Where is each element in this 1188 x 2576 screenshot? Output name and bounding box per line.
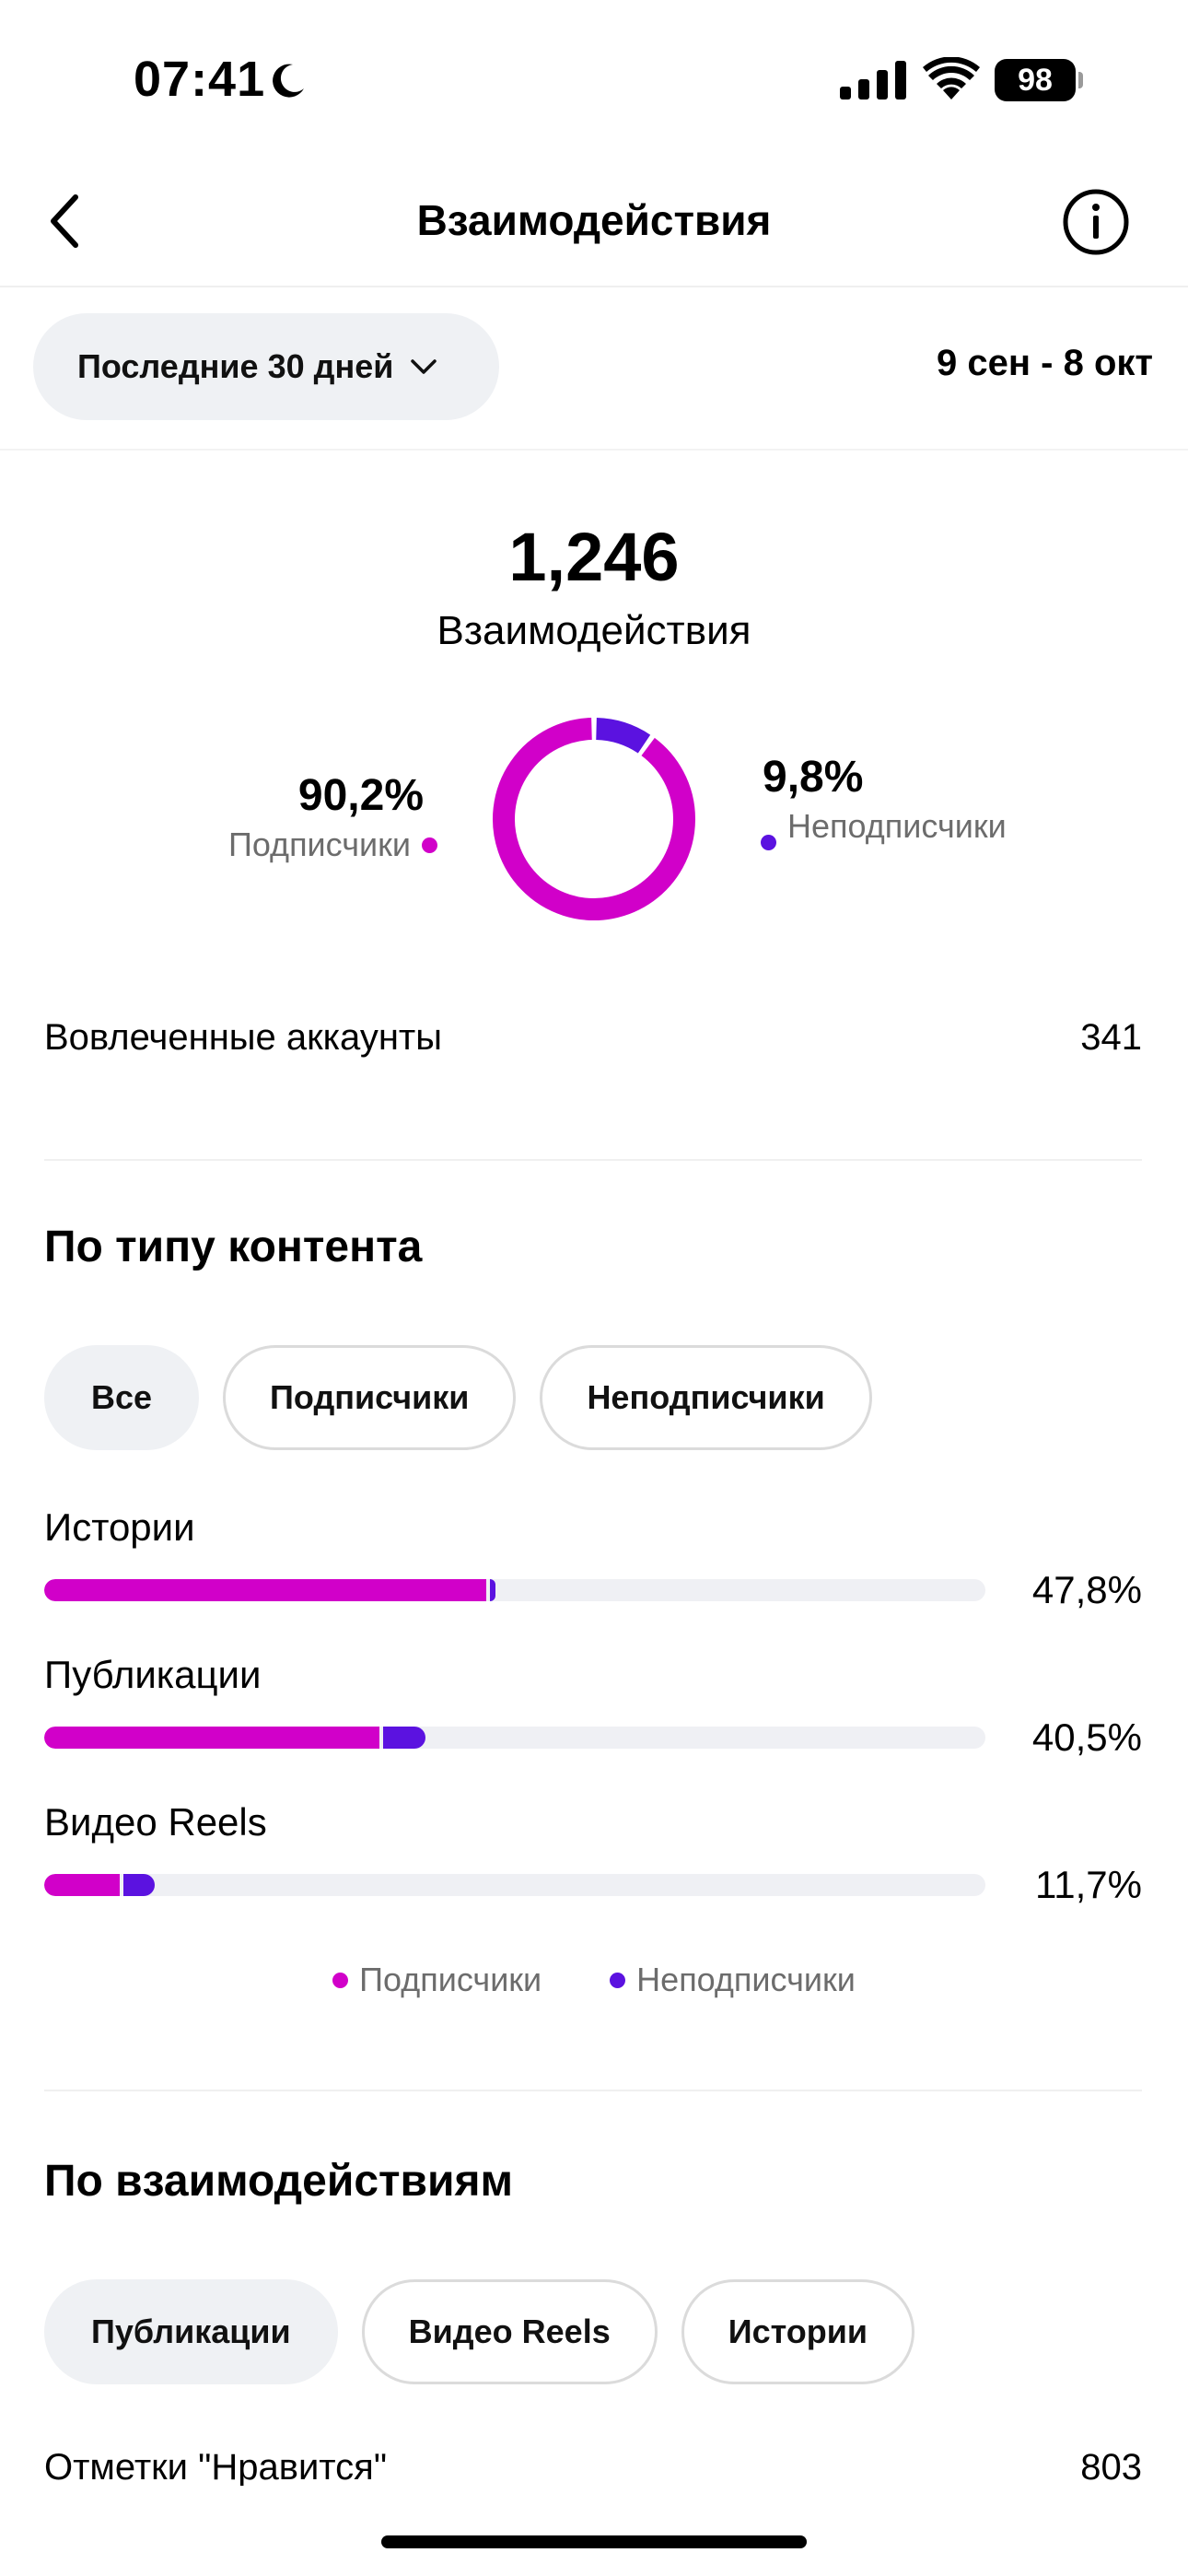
home-indicator[interactable]: [381, 2535, 807, 2548]
wifi-icon: [923, 57, 980, 100]
bar-value: 47,8%: [1031, 1568, 1142, 1611]
legend-label-followers: Подписчики: [359, 1961, 542, 1998]
info-icon[interactable]: [1061, 187, 1131, 257]
followers-label: Подписчики: [228, 825, 437, 864]
header: Взаимодействия: [0, 157, 1188, 287]
likes-label: Отметки "Нравится": [44, 2447, 388, 2486]
bar-fill-nonfollowers: [490, 1579, 496, 1601]
total-interactions: 1,246: [508, 519, 680, 595]
chip-posts[interactable]: Публикации: [44, 2279, 338, 2384]
bar-label: Публикации: [44, 1653, 262, 1696]
donut-segment-followers: [493, 718, 695, 920]
followers-label-text: Подписчики: [227, 825, 411, 863]
chip-nonfollowers[interactable]: Неподписчики: [540, 1345, 872, 1450]
followers-percent: 90,2%: [297, 771, 424, 820]
followers-donut-chart: [493, 718, 695, 920]
bar-fill-nonfollowers: [382, 1727, 425, 1749]
chip-all[interactable]: Все: [44, 1345, 200, 1450]
bar-fill-followers: [44, 1874, 120, 1896]
chip-followers[interactable]: Подписчики: [223, 1345, 517, 1450]
status-time: 07:41: [134, 52, 266, 107]
accounts-engaged-label: Вовлеченные аккаунты: [44, 1017, 442, 1058]
date-range: 9 сен - 8 окт: [937, 343, 1153, 383]
chip-stories[interactable]: Истории: [681, 2279, 915, 2384]
divider: [44, 2090, 1142, 2091]
nonfollowers-dot: [761, 835, 776, 850]
bar-track: [44, 1874, 985, 1896]
legend-label-nonfollowers: Неподписчики: [636, 1961, 856, 1998]
status-bar: 07:41 98: [0, 0, 1188, 157]
legend: Подписчики Неподписчики: [0, 1961, 1188, 1999]
battery-icon: 98: [995, 59, 1076, 101]
filter-row: Последние 30 дней 9 сен - 8 окт: [0, 287, 1188, 451]
page-title: Взаимодействия: [416, 196, 772, 244]
accounts-engaged-value: 341: [1080, 1017, 1142, 1058]
legend-item-followers: Подписчики: [332, 1961, 542, 1999]
bar-value: 11,7%: [1035, 1863, 1142, 1906]
nonfollowers-percent: 9,8%: [763, 753, 864, 802]
content-bar-reels: Видео Reels 11,7%: [44, 1800, 1142, 1938]
bar-fill-followers: [44, 1727, 379, 1749]
content-bar-stories: Истории 47,8%: [44, 1505, 1142, 1644]
battery-cap: [1078, 72, 1083, 88]
bar-fill-followers: [44, 1579, 487, 1601]
total-interactions-label: Взаимодействия: [437, 608, 751, 653]
bar-value: 40,5%: [1031, 1715, 1142, 1759]
by-interaction-title: По взаимодействиям: [44, 2157, 514, 2206]
legend-dot-followers: [332, 1972, 349, 1988]
chevron-down-icon: [411, 359, 437, 374]
moon-icon: [273, 64, 304, 98]
bar-label: Видео Reels: [44, 1800, 267, 1844]
chip-reels[interactable]: Видео Reels: [361, 2279, 658, 2384]
content-type-chips: Все Подписчики Неподписчики: [44, 1345, 872, 1450]
bar-track: [44, 1579, 985, 1601]
by-interaction-chips: Публикации Видео Reels Истории: [44, 2279, 915, 2384]
legend-dot-nonfollowers: [610, 1972, 626, 1988]
nonfollowers-label-text: Неподписчики: [787, 807, 1007, 845]
bar-label: Истории: [44, 1505, 195, 1549]
battery-level: 98: [1018, 62, 1053, 98]
legend-item-nonfollowers: Неподписчики: [610, 1961, 856, 1999]
content-bar-posts: Публикации 40,5%: [44, 1653, 1142, 1791]
bar-fill-nonfollowers: [122, 1874, 155, 1896]
likes-row[interactable]: Отметки "Нравится" 803: [44, 2447, 1142, 2486]
divider: [44, 1159, 1142, 1161]
donut-segment-nonfollowers: [595, 718, 651, 754]
followers-dot: [422, 837, 437, 853]
bar-track: [44, 1727, 985, 1749]
content-type-title: По типу контента: [44, 1223, 423, 1271]
likes-value: 803: [1080, 2447, 1142, 2486]
period-dropdown[interactable]: Последние 30 дней: [33, 313, 499, 420]
nonfollowers-label: Неподписчики: [761, 807, 1009, 850]
accounts-engaged-row[interactable]: Вовлеченные аккаунты 341: [44, 1017, 1142, 1059]
period-label: Последние 30 дней: [77, 347, 394, 385]
signal-icon: [840, 61, 906, 100]
